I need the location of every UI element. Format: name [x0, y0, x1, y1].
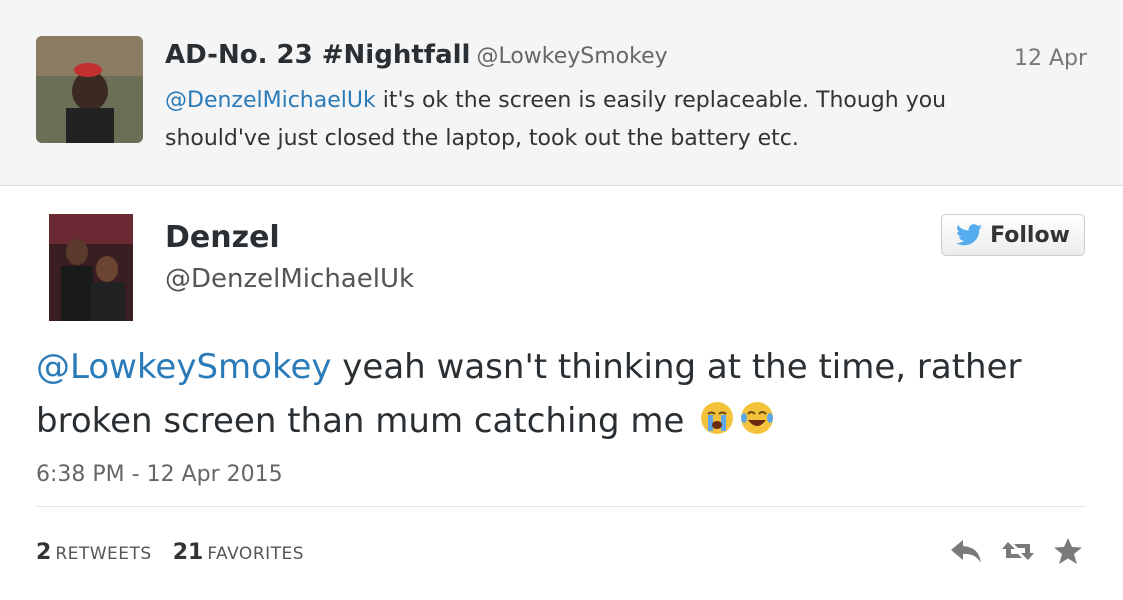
retweets-label[interactable]: RETWEETS [55, 544, 151, 564]
favorite-star-icon[interactable] [1053, 536, 1087, 566]
follow-button[interactable]: Follow [941, 214, 1085, 256]
parent-tweet-text: @DenzelMichaelUk it's ok the screen is e… [165, 82, 1045, 158]
parent-tweet: AD-No. 23 #Nightfall @LowkeySmokey 12 Apr… [0, 0, 1123, 186]
twitter-bird-icon [956, 224, 983, 246]
favorites-count[interactable]: 21 [173, 540, 204, 565]
parent-mention-link[interactable]: @DenzelMichaelUk [165, 88, 376, 113]
retweet-icon[interactable] [1001, 536, 1035, 566]
parent-author-handle[interactable]: @LowkeySmokey [476, 44, 667, 69]
author-name[interactable]: Denzel [165, 220, 280, 255]
tweet-text: @LowkeySmokey yeah wasn't thinking at th… [36, 340, 1086, 448]
follow-button-label: Follow [990, 222, 1070, 248]
parent-author-name[interactable]: AD-No. 23 #Nightfall [165, 40, 470, 70]
retweets-count[interactable]: 2 [36, 540, 51, 565]
tweet-mention-link[interactable]: @LowkeySmokey [36, 347, 332, 387]
tears-of-joy-emoji [741, 402, 774, 434]
favorites-label[interactable]: FAVORITES [207, 544, 304, 564]
tweet-actions [949, 536, 1087, 566]
tweet-timestamp[interactable]: 6:38 PM - 12 Apr 2015 [36, 462, 283, 487]
parent-author: AD-No. 23 #Nightfall @LowkeySmokey [165, 40, 668, 70]
divider [36, 506, 1086, 507]
parent-time[interactable]: 12 Apr [1014, 46, 1087, 71]
tweet-stats: 2 RETWEETS 21 FAVORITES [36, 540, 318, 565]
parent-avatar[interactable] [36, 36, 143, 143]
crying-face-emoji [701, 402, 734, 434]
author-avatar[interactable] [49, 214, 133, 321]
reply-icon[interactable] [949, 536, 983, 566]
author-handle[interactable]: @DenzelMichaelUk [165, 264, 414, 294]
